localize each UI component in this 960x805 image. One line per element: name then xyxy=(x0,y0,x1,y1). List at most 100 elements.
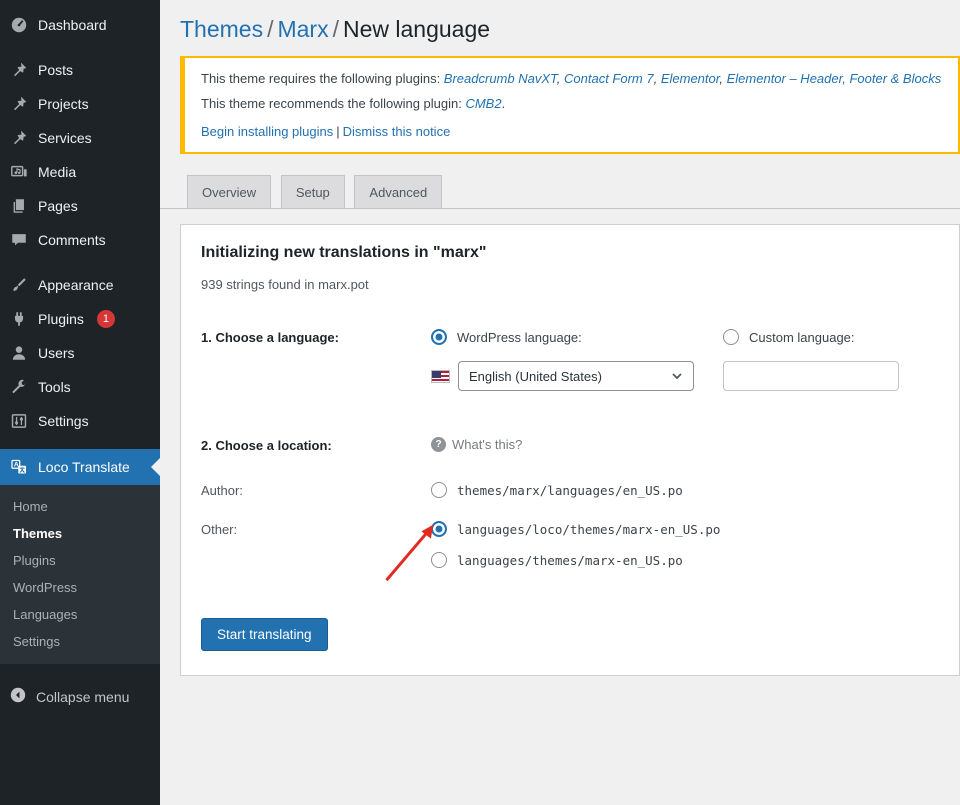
required-plugins-line: This theme requires the following plugin… xyxy=(201,71,942,86)
admin-content: Themes/Marx/New language This theme requ… xyxy=(160,0,960,805)
sidebar-item-posts[interactable]: Posts xyxy=(0,53,160,87)
custom-language-label: Custom language: xyxy=(749,330,855,345)
sidebar-item-pages[interactable]: Pages xyxy=(0,189,160,223)
notice-actions: Begin installing plugins|Dismiss this no… xyxy=(201,124,942,139)
pin-icon xyxy=(9,60,29,80)
wordpress-language-label: WordPress language: xyxy=(457,330,582,345)
wordpress-language-radio[interactable] xyxy=(431,329,447,345)
plug-icon xyxy=(9,309,29,329)
choose-location-row: 2. Choose a location: ? What's this? xyxy=(201,437,939,453)
author-location-path: themes/marx/languages/en_US.po xyxy=(457,483,683,498)
sidebar-item-settings[interactable]: Settings xyxy=(0,404,160,438)
dismiss-notice-link[interactable]: Dismiss this notice xyxy=(343,124,451,139)
submenu-item-languages[interactable]: Languages xyxy=(0,601,160,628)
breadcrumb-themes-link[interactable]: Themes xyxy=(180,16,263,42)
sidebar-item-services[interactable]: Services xyxy=(0,121,160,155)
required-plugins-text: This theme requires the following plugin… xyxy=(201,71,444,86)
plugin-link-elementor-hfb[interactable]: Elementor – Header, Footer & Blocks Te xyxy=(727,71,942,86)
submenu-item-settings[interactable]: Settings xyxy=(0,628,160,655)
wordpress-admin: Dashboard Posts Projects Services xyxy=(0,0,960,805)
recommended-plugin-line: This theme recommends the following plug… xyxy=(201,96,942,111)
wordpress-language-group: WordPress language: English (United Stat… xyxy=(431,329,723,391)
whats-this-link[interactable]: ? What's this? xyxy=(431,437,723,452)
author-location-row: Author: themes/marx/languages/en_US.po xyxy=(201,482,939,498)
breadcrumb: Themes/Marx/New language xyxy=(160,0,960,43)
start-translating-button[interactable]: Start translating xyxy=(201,618,328,651)
collapse-menu-label: Collapse menu xyxy=(36,689,129,705)
sidebar-item-comments[interactable]: Comments xyxy=(0,223,160,257)
plugins-update-badge: 1 xyxy=(97,310,115,328)
tab-bar: Overview Setup Advanced xyxy=(160,175,960,209)
admin-sidebar: Dashboard Posts Projects Services xyxy=(0,0,160,805)
comments-icon xyxy=(9,230,29,250)
sidebar-item-label: Dashboard xyxy=(38,17,107,33)
sidebar-item-label: Tools xyxy=(38,379,71,395)
sidebar-item-loco-translate[interactable]: A Loco Translate xyxy=(0,449,160,485)
sidebar-item-label: Appearance xyxy=(38,277,114,293)
sidebar-item-label: Users xyxy=(38,345,75,361)
pages-icon xyxy=(9,196,29,216)
sidebar-item-media[interactable]: Media xyxy=(0,155,160,189)
svg-text:A: A xyxy=(14,461,19,468)
strings-found-text: 939 strings found in marx.pot xyxy=(201,277,939,292)
action-separator: | xyxy=(333,124,342,139)
help-icon: ? xyxy=(431,437,446,452)
recommended-plugin-text: This theme recommends the following plug… xyxy=(201,96,465,111)
sidebar-item-label: Services xyxy=(38,130,92,146)
submenu-item-plugins[interactable]: Plugins xyxy=(0,547,160,574)
other-location-radio-languages[interactable] xyxy=(431,552,447,568)
custom-language-radio[interactable] xyxy=(723,329,739,345)
paintbrush-icon xyxy=(9,275,29,295)
sidebar-item-label: Plugins xyxy=(38,311,84,327)
sidebar-item-label: Projects xyxy=(38,96,89,112)
submenu-item-wordpress[interactable]: WordPress xyxy=(0,574,160,601)
sidebar-item-projects[interactable]: Projects xyxy=(0,87,160,121)
whats-this-label: What's this? xyxy=(452,437,522,452)
custom-language-group: Custom language: xyxy=(723,329,939,391)
tab-setup[interactable]: Setup xyxy=(281,175,345,208)
other-location-row: Other: languages/loco/themes/marx-en_US.… xyxy=(201,521,939,568)
sidebar-item-appearance[interactable]: Appearance xyxy=(0,268,160,302)
sidebar-item-dashboard[interactable]: Dashboard xyxy=(0,8,160,42)
plugin-link-contact-form-7[interactable]: Contact Form 7 xyxy=(564,71,654,86)
plugin-link-breadcrumb-navxt[interactable]: Breadcrumb NavXT xyxy=(444,71,557,86)
tab-overview[interactable]: Overview xyxy=(187,175,271,208)
plugin-link-elementor[interactable]: Elementor xyxy=(661,71,720,86)
tgmpa-plugin-notice: This theme requires the following plugin… xyxy=(180,56,960,154)
sidebar-item-plugins[interactable]: Plugins 1 xyxy=(0,302,160,336)
panel-heading: Initializing new translations in "marx" xyxy=(201,244,939,262)
wrench-icon xyxy=(9,377,29,397)
tab-advanced[interactable]: Advanced xyxy=(354,175,442,208)
sidebar-item-users[interactable]: Users xyxy=(0,336,160,370)
plugin-separator: , xyxy=(719,71,726,86)
menu-separator xyxy=(0,438,160,449)
author-location-radio[interactable] xyxy=(431,482,447,498)
choose-language-row: 1. Choose a language: WordPress language… xyxy=(201,329,939,391)
plugin-link-cmb2[interactable]: CMB2 xyxy=(465,96,501,111)
loco-translate-submenu: Home Themes Plugins WordPress Languages … xyxy=(0,485,160,664)
breadcrumb-marx-link[interactable]: Marx xyxy=(277,16,328,42)
begin-installing-plugins-link[interactable]: Begin installing plugins xyxy=(201,124,333,139)
custom-language-input[interactable] xyxy=(723,361,899,391)
other-location-radio-loco[interactable] xyxy=(431,521,447,537)
pin-icon xyxy=(9,94,29,114)
other-location-path-languages: languages/themes/marx-en_US.po xyxy=(457,553,683,568)
new-language-panel: Initializing new translations in "marx" … xyxy=(180,224,960,676)
collapse-menu-button[interactable]: Collapse menu xyxy=(0,678,160,715)
other-location-path-loco: languages/loco/themes/marx-en_US.po xyxy=(457,522,720,537)
language-select[interactable]: English (United States) xyxy=(458,361,694,391)
user-icon xyxy=(9,343,29,363)
collapse-arrow-icon xyxy=(9,686,27,707)
submenu-item-home[interactable]: Home xyxy=(0,493,160,520)
dashboard-icon xyxy=(9,15,29,35)
plugin-separator: , xyxy=(654,71,661,86)
sidebar-item-label: Pages xyxy=(38,198,78,214)
chevron-down-icon xyxy=(671,370,683,382)
sidebar-item-label: Comments xyxy=(38,232,106,248)
submenu-item-themes[interactable]: Themes xyxy=(0,520,160,547)
sidebar-item-tools[interactable]: Tools xyxy=(0,370,160,404)
breadcrumb-separator: / xyxy=(329,16,343,42)
new-language-form: 1. Choose a language: WordPress language… xyxy=(201,329,939,651)
breadcrumb-separator: / xyxy=(263,16,277,42)
sidebar-item-label: Settings xyxy=(38,413,89,429)
